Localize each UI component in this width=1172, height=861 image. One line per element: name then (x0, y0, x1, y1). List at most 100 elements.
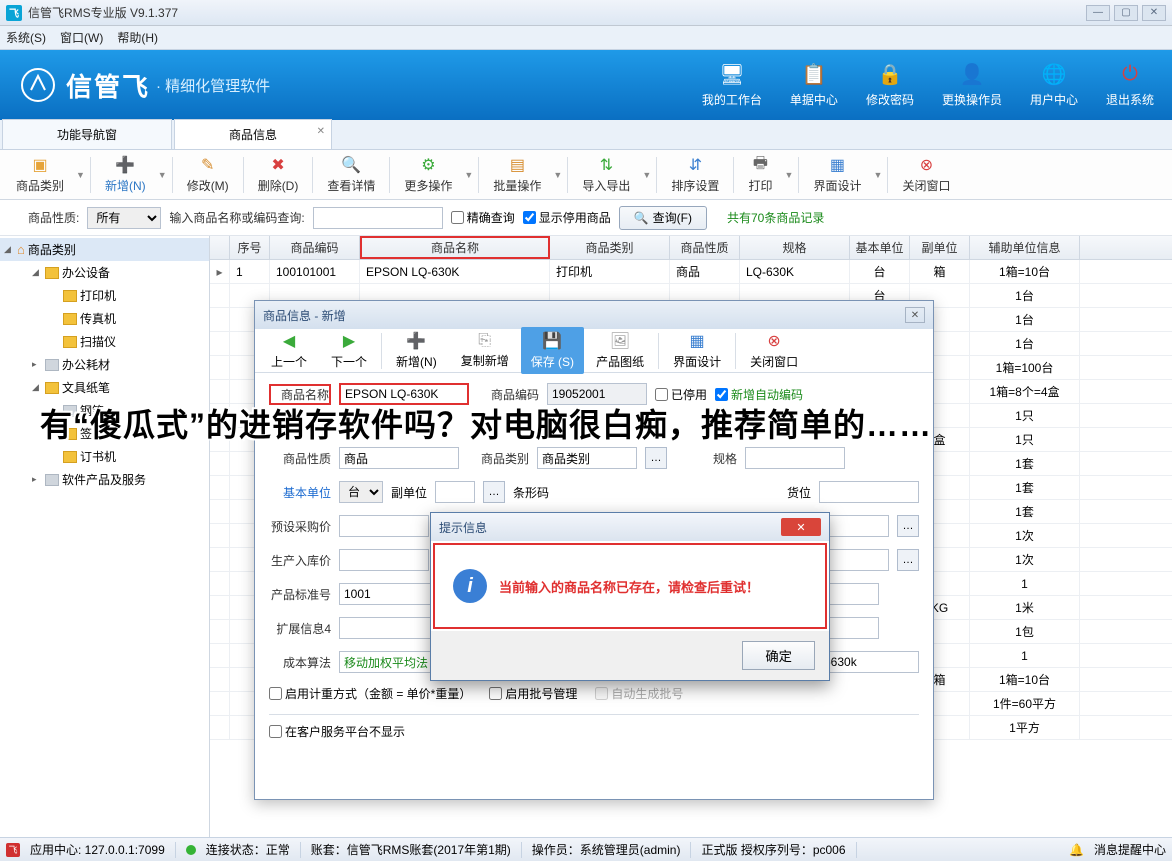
column-header[interactable]: 规格 (740, 236, 850, 259)
toggle-icon[interactable]: ▸ (32, 359, 42, 370)
close-icon[interactable]: ✕ (317, 126, 325, 137)
tree-node[interactable]: 传真机 (0, 307, 209, 330)
minimize-button[interactable]: — (1086, 5, 1110, 21)
tree-node[interactable]: 订书机 (0, 445, 209, 468)
autocode-checkbox[interactable] (715, 388, 728, 401)
status-reminder[interactable]: 消息提醒中心 (1094, 841, 1166, 858)
weight-checkbox[interactable] (269, 687, 282, 700)
column-header[interactable]: 商品类别 (550, 236, 670, 259)
chevron-down-icon[interactable]: ▼ (784, 170, 794, 180)
alert-close-button[interactable]: ✕ (781, 518, 821, 536)
chevron-down-icon[interactable]: ▼ (158, 170, 168, 180)
disabled-checkbox[interactable] (655, 388, 668, 401)
tb-design[interactable]: ▦界面设计 (803, 152, 871, 197)
column-header[interactable]: 商品编码 (270, 236, 360, 259)
banner-action[interactable]: ⏻退出系统 (1106, 63, 1154, 108)
banner-action[interactable]: 📋单据中心 (790, 63, 838, 108)
chevron-down-icon[interactable]: ▼ (873, 170, 883, 180)
autobatch-checkbox (595, 687, 608, 700)
hide-platform-checkbox[interactable] (269, 725, 282, 738)
chevron-down-icon[interactable]: ▼ (642, 170, 652, 180)
nature-select[interactable]: 所有 (87, 207, 161, 229)
tb-more[interactable]: ⚙更多操作 (394, 152, 462, 197)
nature-input[interactable] (339, 447, 459, 469)
dlg-copy[interactable]: ⎘复制新增 (449, 330, 521, 371)
tb-print[interactable]: 🖶打印 (738, 152, 782, 197)
dlg-add[interactable]: ➕新增(N) (384, 329, 449, 372)
column-header[interactable]: 商品名称 (360, 236, 550, 259)
alert-titlebar[interactable]: 提示信息 ✕ (431, 513, 829, 541)
table-cell: 1次 (970, 548, 1080, 571)
dlg-image[interactable]: 🖼产品图纸 (584, 329, 656, 372)
banner-action[interactable]: 🌐用户中心 (1030, 63, 1078, 108)
gear-icon: ⚙ (418, 155, 438, 175)
tb-edit[interactable]: ✎修改(M) (177, 152, 239, 197)
browse-button[interactable]: … (897, 549, 919, 571)
spec-input[interactable] (745, 447, 845, 469)
tree-node[interactable]: ◢办公设备 (0, 261, 209, 284)
tree-node[interactable]: 扫描仪 (0, 330, 209, 353)
table-row[interactable]: ▸1100101001EPSON LQ-630K打印机商品LQ-630K台箱1箱… (210, 260, 1172, 284)
toggle-icon[interactable]: ◢ (32, 267, 42, 278)
dlg-next[interactable]: ▶下一个 (319, 329, 379, 372)
column-header[interactable]: 序号 (230, 236, 270, 259)
tb-close[interactable]: ⊗关闭窗口 (892, 152, 960, 197)
close-button[interactable]: ✕ (1142, 5, 1166, 21)
tb-batch[interactable]: ▤批量操作 (483, 152, 551, 197)
tree-node[interactable]: 打印机 (0, 284, 209, 307)
exact-checkbox[interactable] (451, 211, 464, 224)
tb-io[interactable]: ⇅导入导出 (572, 152, 640, 197)
column-header[interactable]: 商品性质 (670, 236, 740, 259)
tb-add[interactable]: ➕新增(N) (95, 152, 156, 197)
alert-ok-button[interactable]: 确定 (742, 641, 815, 670)
menu-help[interactable]: 帮助(H) (117, 29, 158, 46)
sub-unit-browse-button[interactable]: … (483, 481, 505, 503)
browse-button[interactable]: … (897, 515, 919, 537)
search-input[interactable] (313, 207, 443, 229)
chevron-down-icon[interactable]: ▼ (553, 170, 563, 180)
tree-node[interactable]: ▸软件产品及服务 (0, 468, 209, 491)
banner-action[interactable]: 🔒修改密码 (866, 63, 914, 108)
location-input[interactable] (819, 481, 919, 503)
dlg-design[interactable]: ▦界面设计 (661, 329, 733, 372)
tb-detail[interactable]: 🔍查看详情 (317, 152, 385, 197)
dialog-close-button[interactable]: ✕ (905, 307, 925, 323)
batch-checkbox[interactable] (489, 687, 502, 700)
chevron-down-icon[interactable]: ▼ (76, 170, 86, 180)
tb-delete[interactable]: ✖删除(D) (248, 152, 309, 197)
tree-node[interactable]: ◢文具纸笔 (0, 376, 209, 399)
toggle-icon[interactable]: ▸ (32, 474, 42, 485)
chevron-down-icon[interactable]: ▼ (464, 170, 474, 180)
print-icon: 🖶 (750, 155, 770, 175)
tab-goods[interactable]: 商品信息✕ (174, 119, 332, 149)
menu-system[interactable]: 系统(S) (6, 29, 46, 46)
dlg-prev[interactable]: ◀上一个 (259, 329, 319, 372)
banner-action-icon: 🔒 (876, 63, 904, 87)
preset-price-input[interactable] (339, 515, 429, 537)
app-icon: 飞 (6, 843, 20, 857)
tree-node[interactable]: ▸办公耗材 (0, 353, 209, 376)
sub-unit-input[interactable] (435, 481, 475, 503)
column-header[interactable]: 基本单位 (850, 236, 910, 259)
tree-root[interactable]: ◢ ⌂ 商品类别 (0, 238, 209, 261)
tab-nav[interactable]: 功能导航窗 (2, 119, 172, 149)
query-button[interactable]: 🔍查询(F) (619, 206, 707, 230)
category-browse-button[interactable]: … (645, 447, 667, 469)
toggle-icon[interactable]: ◢ (32, 382, 42, 393)
in-price-input[interactable] (339, 549, 429, 571)
tb-sort[interactable]: ⇵排序设置 (661, 152, 729, 197)
collapse-icon[interactable]: ◢ (4, 244, 14, 255)
dlg-save[interactable]: 💾保存 (S) (521, 327, 584, 374)
tb-category[interactable]: ▣商品类别 (6, 152, 74, 197)
base-unit-select[interactable]: 台 (339, 481, 383, 503)
dialog-titlebar[interactable]: 商品信息 - 新增 ✕ (255, 301, 933, 329)
show-disabled-checkbox[interactable] (523, 211, 536, 224)
column-header[interactable]: 副单位 (910, 236, 970, 259)
menu-window[interactable]: 窗口(W) (60, 29, 103, 46)
banner-action[interactable]: 🖥我的工作台 (702, 63, 762, 108)
dlg-close[interactable]: ⊗关闭窗口 (738, 329, 810, 372)
banner-action[interactable]: 👤更换操作员 (942, 63, 1002, 108)
column-header[interactable]: 辅助单位信息 (970, 236, 1080, 259)
category-input[interactable] (537, 447, 637, 469)
maximize-button[interactable]: ▢ (1114, 5, 1138, 21)
